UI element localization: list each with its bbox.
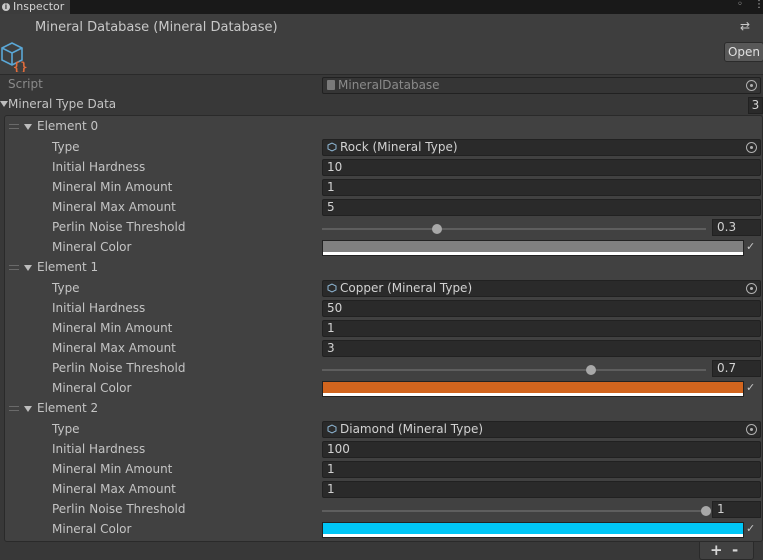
perlin-label: Perlin Noise Threshold	[52, 220, 186, 234]
asset-title: Mineral Database (Mineral Database)	[35, 20, 278, 35]
min-amount-field[interactable]: 1	[322, 179, 761, 196]
min-amount-label: Mineral Min Amount	[52, 180, 173, 194]
chevron-down-icon[interactable]	[0, 101, 8, 107]
tab-inspector[interactable]: i Inspector	[0, 0, 70, 14]
array-label[interactable]: Mineral Type Data	[8, 97, 116, 111]
script-label: Script	[8, 77, 43, 91]
type-label: Type	[52, 281, 80, 295]
perlin-slider-thumb[interactable]	[585, 365, 596, 375]
kebab-menu-icon[interactable]: ⋮	[754, 0, 763, 12]
script-file-icon	[327, 80, 335, 90]
window-tab-bar: i Inspector ◦ ⋮	[0, 0, 763, 14]
perlin-slider-track[interactable]	[322, 369, 706, 371]
max-amount-label: Mineral Max Amount	[52, 482, 176, 496]
script-field: MineralDatabase	[322, 77, 761, 94]
max-amount-label: Mineral Max Amount	[52, 341, 176, 355]
color-swatch[interactable]	[322, 522, 744, 538]
scriptable-object-icon	[327, 142, 337, 152]
perlin-value-field[interactable]: 0.3	[712, 219, 761, 236]
hardness-field[interactable]: 50	[322, 300, 761, 317]
perlin-label: Perlin Noise Threshold	[52, 502, 186, 516]
perlin-slider-thumb[interactable]	[701, 506, 711, 516]
hardness-field[interactable]: 100	[322, 441, 761, 458]
perlin-slider-track[interactable]	[322, 510, 706, 512]
max-amount-field[interactable]: 5	[322, 199, 761, 216]
min-amount-label: Mineral Min Amount	[52, 462, 173, 476]
color-label: Mineral Color	[52, 240, 132, 254]
eyedropper-icon[interactable]: ✓	[746, 240, 760, 254]
scriptable-object-icon	[327, 283, 337, 293]
perlin-label: Perlin Noise Threshold	[52, 361, 186, 375]
min-amount-field[interactable]: 1	[322, 320, 761, 337]
info-icon: i	[2, 3, 10, 11]
element-label[interactable]: Element 2	[37, 401, 98, 415]
alpha-bar	[323, 393, 743, 396]
max-amount-label: Mineral Max Amount	[52, 200, 176, 214]
object-picker-icon[interactable]	[746, 142, 757, 153]
array-size-field[interactable]: 3	[748, 97, 763, 114]
max-amount-field[interactable]: 1	[322, 481, 761, 498]
type-field[interactable]: Diamond (Mineral Type)	[322, 421, 761, 438]
color-label: Mineral Color	[52, 381, 132, 395]
chevron-down-icon[interactable]	[24, 406, 32, 412]
alpha-bar	[323, 252, 743, 255]
script-value: MineralDatabase	[338, 78, 440, 92]
color-swatch[interactable]	[322, 381, 744, 397]
element-label[interactable]: Element 0	[37, 119, 98, 133]
open-button[interactable]: Open	[724, 42, 763, 62]
object-picker-icon	[746, 80, 757, 91]
sliders-icon[interactable]: ⇄	[740, 19, 750, 33]
chevron-down-icon[interactable]	[24, 124, 32, 130]
perlin-value-field[interactable]: 1	[712, 501, 761, 518]
drag-handle-icon[interactable]	[9, 265, 19, 270]
eyedropper-icon[interactable]: ✓	[746, 381, 760, 395]
drag-handle-icon[interactable]	[9, 124, 19, 129]
min-amount-field[interactable]: 1	[322, 461, 761, 478]
max-amount-field[interactable]: 3	[322, 340, 761, 357]
tab-label: Inspector	[13, 0, 65, 13]
object-picker-icon[interactable]	[746, 283, 757, 294]
type-label: Type	[52, 140, 80, 154]
type-label: Type	[52, 422, 80, 436]
eyedropper-icon[interactable]: ✓	[746, 522, 760, 536]
color-swatch[interactable]	[322, 240, 744, 256]
min-amount-label: Mineral Min Amount	[52, 321, 173, 335]
array-footer: + -	[699, 541, 754, 560]
scriptable-object-icon: {}	[1, 42, 27, 72]
type-value: Diamond (Mineral Type)	[340, 422, 484, 436]
type-value: Copper (Mineral Type)	[340, 281, 473, 295]
type-value: Rock (Mineral Type)	[340, 140, 458, 154]
type-field[interactable]: Copper (Mineral Type)	[322, 280, 761, 297]
svg-text:{}: {}	[13, 60, 27, 72]
element-label[interactable]: Element 1	[37, 260, 98, 274]
inspector-header: {} Mineral Database (Mineral Database) ⇄…	[0, 14, 763, 75]
object-picker-icon[interactable]	[746, 424, 757, 435]
type-field[interactable]: Rock (Mineral Type)	[322, 139, 761, 156]
remove-element-button[interactable]: -	[732, 541, 738, 559]
hardness-field[interactable]: 10	[322, 159, 761, 176]
drag-handle-icon[interactable]	[9, 406, 19, 411]
alpha-bar	[323, 534, 743, 537]
perlin-value-field[interactable]: 0.7	[712, 360, 761, 377]
color-label: Mineral Color	[52, 522, 132, 536]
chevron-down-icon[interactable]	[24, 265, 32, 271]
hardness-label: Initial Hardness	[52, 160, 146, 174]
lock-icon[interactable]: ◦	[737, 0, 743, 12]
hardness-label: Initial Hardness	[52, 301, 146, 315]
scriptable-object-icon	[327, 424, 337, 434]
perlin-slider-track[interactable]	[322, 228, 706, 230]
hardness-label: Initial Hardness	[52, 442, 146, 456]
add-element-button[interactable]: +	[710, 541, 723, 559]
